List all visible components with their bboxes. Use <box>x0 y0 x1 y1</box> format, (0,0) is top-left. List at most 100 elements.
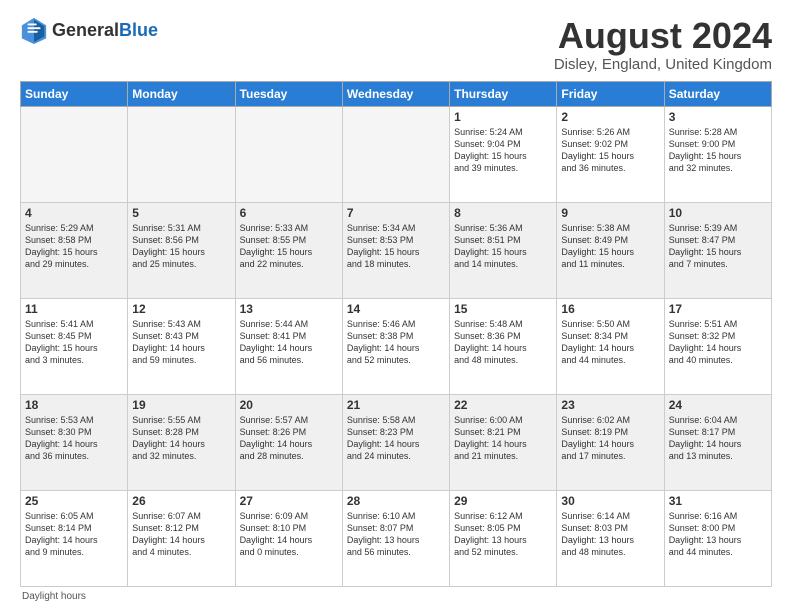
footer: Daylight hours <box>20 591 772 602</box>
table-cell: 25 Sunrise: 6:05 AM Sunset: 8:14 PM Dayli… <box>21 490 128 586</box>
day-info: Sunrise: 6:00 AM Sunset: 8:21 PM Dayligh… <box>454 414 552 463</box>
day-number: 31 <box>669 494 767 508</box>
day-number: 1 <box>454 110 552 124</box>
day-info: Sunrise: 5:53 AM Sunset: 8:30 PM Dayligh… <box>25 414 123 463</box>
day-number: 30 <box>561 494 659 508</box>
table-cell: 2 Sunrise: 5:26 AM Sunset: 9:02 PM Daylig… <box>557 106 664 202</box>
day-info: Sunrise: 5:28 AM Sunset: 9:00 PM Dayligh… <box>669 126 767 175</box>
day-number: 2 <box>561 110 659 124</box>
page: GeneralBlue August 2024 Disley, England,… <box>0 0 792 612</box>
logo-text: GeneralBlue <box>52 20 158 41</box>
day-number: 20 <box>240 398 338 412</box>
day-number: 10 <box>669 206 767 220</box>
col-saturday: Saturday <box>664 81 771 106</box>
table-cell: 20 Sunrise: 5:57 AM Sunset: 8:26 PM Dayli… <box>235 394 342 490</box>
col-sunday: Sunday <box>21 81 128 106</box>
day-number: 14 <box>347 302 445 316</box>
table-row: 18 Sunrise: 5:53 AM Sunset: 8:30 PM Dayli… <box>21 394 772 490</box>
day-info: Sunrise: 5:31 AM Sunset: 8:56 PM Dayligh… <box>132 222 230 271</box>
day-number: 6 <box>240 206 338 220</box>
day-info: Sunrise: 5:48 AM Sunset: 8:36 PM Dayligh… <box>454 318 552 367</box>
table-cell: 18 Sunrise: 5:53 AM Sunset: 8:30 PM Dayli… <box>21 394 128 490</box>
day-info: Sunrise: 6:14 AM Sunset: 8:03 PM Dayligh… <box>561 510 659 559</box>
table-cell <box>342 106 449 202</box>
table-cell: 22Sunrise: 6:00 AM Sunset: 8:21 PM Dayli… <box>450 394 557 490</box>
day-number: 25 <box>25 494 123 508</box>
day-number: 11 <box>25 302 123 316</box>
day-info: Sunrise: 5:57 AM Sunset: 8:26 PM Dayligh… <box>240 414 338 463</box>
day-info: Sunrise: 6:02 AM Sunset: 8:19 PM Dayligh… <box>561 414 659 463</box>
day-info: Sunrise: 5:41 AM Sunset: 8:45 PM Dayligh… <box>25 318 123 367</box>
footer-text: Daylight hours <box>22 591 86 602</box>
day-info: Sunrise: 6:05 AM Sunset: 8:14 PM Dayligh… <box>25 510 123 559</box>
table-cell: 5Sunrise: 5:31 AM Sunset: 8:56 PM Daylig… <box>128 202 235 298</box>
table-cell: 6 Sunrise: 5:33 AM Sunset: 8:55 PM Daylig… <box>235 202 342 298</box>
table-cell: 11 Sunrise: 5:41 AM Sunset: 8:45 PM Dayli… <box>21 298 128 394</box>
day-number: 16 <box>561 302 659 316</box>
day-info: Sunrise: 5:58 AM Sunset: 8:23 PM Dayligh… <box>347 414 445 463</box>
table-cell: 29 Sunrise: 6:12 AM Sunset: 8:05 PM Dayli… <box>450 490 557 586</box>
table-cell: 10 Sunrise: 5:39 AM Sunset: 8:47 PM Dayli… <box>664 202 771 298</box>
logo-icon <box>20 16 48 44</box>
table-row: 25 Sunrise: 6:05 AM Sunset: 8:14 PM Dayli… <box>21 490 772 586</box>
day-info: Sunrise: 5:29 AM Sunset: 8:58 PM Dayligh… <box>25 222 123 271</box>
day-info: Sunrise: 5:34 AM Sunset: 8:53 PM Dayligh… <box>347 222 445 271</box>
table-cell: 1Sunrise: 5:24 AM Sunset: 9:04 PM Daylig… <box>450 106 557 202</box>
table-cell: 16 Sunrise: 5:50 AM Sunset: 8:34 PM Dayli… <box>557 298 664 394</box>
day-number: 7 <box>347 206 445 220</box>
day-number: 21 <box>347 398 445 412</box>
table-cell: 8Sunrise: 5:36 AM Sunset: 8:51 PM Daylig… <box>450 202 557 298</box>
day-number: 19 <box>132 398 230 412</box>
col-thursday: Thursday <box>450 81 557 106</box>
day-info: Sunrise: 5:26 AM Sunset: 9:02 PM Dayligh… <box>561 126 659 175</box>
day-number: 17 <box>669 302 767 316</box>
table-cell: 15 Sunrise: 5:48 AM Sunset: 8:36 PM Dayli… <box>450 298 557 394</box>
table-row: 4 Sunrise: 5:29 AM Sunset: 8:58 PM Daylig… <box>21 202 772 298</box>
day-number: 18 <box>25 398 123 412</box>
table-cell <box>128 106 235 202</box>
calendar-table: Sunday Monday Tuesday Wednesday Thursday… <box>20 81 772 587</box>
col-tuesday: Tuesday <box>235 81 342 106</box>
day-number: 8 <box>454 206 552 220</box>
day-number: 24 <box>669 398 767 412</box>
table-cell: 9 Sunrise: 5:38 AM Sunset: 8:49 PM Daylig… <box>557 202 664 298</box>
table-cell: 31 Sunrise: 6:16 AM Sunset: 8:00 PM Dayli… <box>664 490 771 586</box>
day-number: 9 <box>561 206 659 220</box>
table-cell: 19 Sunrise: 5:55 AM Sunset: 8:28 PM Dayli… <box>128 394 235 490</box>
day-number: 4 <box>25 206 123 220</box>
day-info: Sunrise: 6:04 AM Sunset: 8:17 PM Dayligh… <box>669 414 767 463</box>
table-cell: 4 Sunrise: 5:29 AM Sunset: 8:58 PM Daylig… <box>21 202 128 298</box>
day-info: Sunrise: 5:55 AM Sunset: 8:28 PM Dayligh… <box>132 414 230 463</box>
col-monday: Monday <box>128 81 235 106</box>
day-info: Sunrise: 6:12 AM Sunset: 8:05 PM Dayligh… <box>454 510 552 559</box>
day-info: Sunrise: 5:38 AM Sunset: 8:49 PM Dayligh… <box>561 222 659 271</box>
day-info: Sunrise: 6:16 AM Sunset: 8:00 PM Dayligh… <box>669 510 767 559</box>
col-wednesday: Wednesday <box>342 81 449 106</box>
day-number: 23 <box>561 398 659 412</box>
table-cell: 24 Sunrise: 6:04 AM Sunset: 8:17 PM Dayli… <box>664 394 771 490</box>
table-cell: 14Sunrise: 5:46 AM Sunset: 8:38 PM Dayli… <box>342 298 449 394</box>
day-number: 26 <box>132 494 230 508</box>
day-info: Sunrise: 5:50 AM Sunset: 8:34 PM Dayligh… <box>561 318 659 367</box>
table-cell: 27 Sunrise: 6:09 AM Sunset: 8:10 PM Dayli… <box>235 490 342 586</box>
table-cell <box>21 106 128 202</box>
header: GeneralBlue August 2024 Disley, England,… <box>20 16 772 73</box>
day-number: 29 <box>454 494 552 508</box>
day-info: Sunrise: 6:09 AM Sunset: 8:10 PM Dayligh… <box>240 510 338 559</box>
table-cell: 7 Sunrise: 5:34 AM Sunset: 8:53 PM Daylig… <box>342 202 449 298</box>
day-info: Sunrise: 5:44 AM Sunset: 8:41 PM Dayligh… <box>240 318 338 367</box>
logo-general: General <box>52 20 119 40</box>
table-cell: 13 Sunrise: 5:44 AM Sunset: 8:41 PM Dayli… <box>235 298 342 394</box>
table-cell: 30 Sunrise: 6:14 AM Sunset: 8:03 PM Dayli… <box>557 490 664 586</box>
day-info: Sunrise: 5:33 AM Sunset: 8:55 PM Dayligh… <box>240 222 338 271</box>
day-number: 13 <box>240 302 338 316</box>
table-cell: 21 Sunrise: 5:58 AM Sunset: 8:23 PM Dayli… <box>342 394 449 490</box>
col-friday: Friday <box>557 81 664 106</box>
day-number: 28 <box>347 494 445 508</box>
day-info: Sunrise: 6:10 AM Sunset: 8:07 PM Dayligh… <box>347 510 445 559</box>
table-cell: 23 Sunrise: 6:02 AM Sunset: 8:19 PM Dayli… <box>557 394 664 490</box>
day-number: 27 <box>240 494 338 508</box>
table-cell: 26Sunrise: 6:07 AM Sunset: 8:12 PM Dayli… <box>128 490 235 586</box>
day-number: 15 <box>454 302 552 316</box>
day-info: Sunrise: 5:39 AM Sunset: 8:47 PM Dayligh… <box>669 222 767 271</box>
